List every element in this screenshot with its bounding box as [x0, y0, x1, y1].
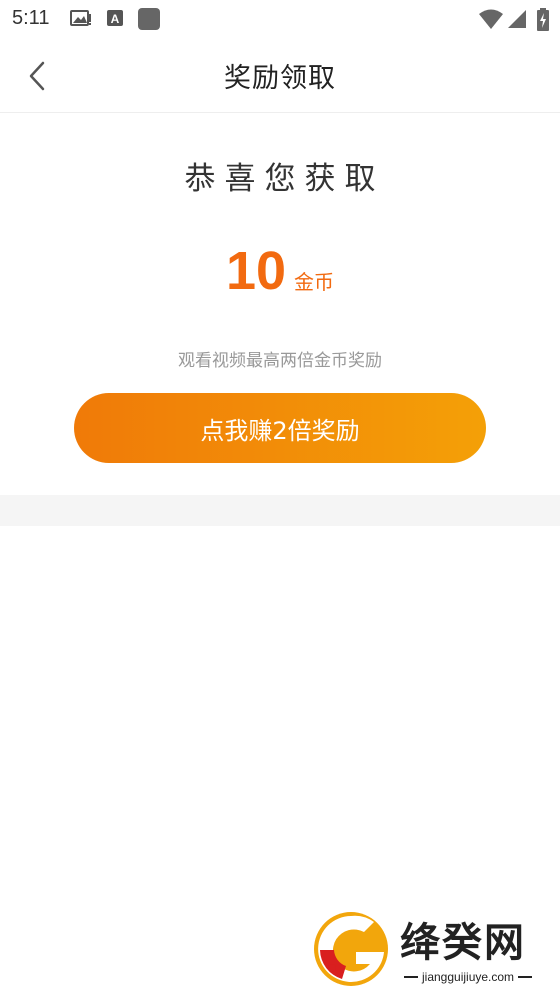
- nav-bar: 奖励领取: [0, 38, 560, 113]
- video-hint-text: 观看视频最高两倍金币奖励: [178, 351, 382, 371]
- congrats-heading: 恭喜您获取: [184, 161, 385, 197]
- watermark-brand: 绛癸网: [400, 919, 526, 966]
- svg-text:A: A: [111, 12, 120, 26]
- reward-display: 10 金币: [0, 240, 560, 302]
- double-reward-button[interactable]: 点我赚2倍奖励: [74, 393, 486, 463]
- watermark-logo-icon: [314, 912, 388, 986]
- page-title: 奖励领取: [224, 63, 336, 94]
- reward-amount: 10: [225, 241, 287, 301]
- font-notification-icon: A: [106, 8, 124, 32]
- wifi-icon: [478, 8, 504, 34]
- app-notification-icon: [137, 8, 161, 36]
- status-time: 5:11: [12, 7, 50, 29]
- status-bar: 5:11 A: [0, 0, 560, 38]
- image-notification-icon: [70, 8, 92, 32]
- watermark-line-left: [404, 976, 418, 978]
- watermark: 绛癸网 jiangguijiuye.com: [312, 908, 560, 992]
- section-divider: [0, 495, 560, 526]
- reward-unit: 金币: [294, 270, 335, 294]
- signal-icon: [506, 8, 528, 34]
- watermark-url: jiangguijiuye.com: [400, 970, 536, 984]
- watermark-url-text: jiangguijiuye.com: [422, 970, 515, 984]
- watermark-line-right: [518, 976, 533, 978]
- battery-charging-icon: [536, 8, 550, 36]
